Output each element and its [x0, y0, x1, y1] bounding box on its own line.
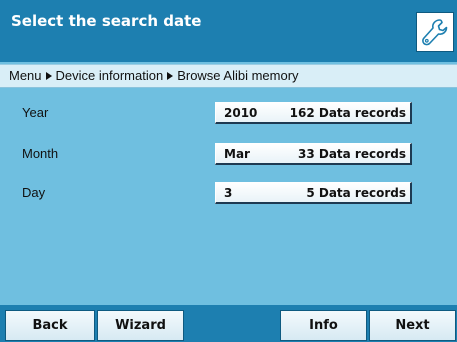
next-button[interactable]: Next	[369, 310, 456, 341]
year-label: Year	[22, 105, 49, 120]
breadcrumb-item-menu: Menu	[9, 68, 42, 83]
year-select-button[interactable]: 2010 162 Data records	[215, 102, 412, 124]
page-title: Select the search date	[11, 12, 202, 30]
back-button[interactable]: Back	[5, 310, 95, 341]
month-select-button[interactable]: Mar 33 Data records	[215, 143, 412, 165]
settings-button[interactable]	[416, 12, 454, 52]
wizard-button[interactable]: Wizard	[97, 310, 184, 341]
day-select-button[interactable]: 3 5 Data records	[215, 182, 412, 204]
day-label: Day	[22, 185, 46, 200]
breadcrumb: Menu Device information Browse Alibi memor…	[0, 64, 457, 88]
month-record-count: 33 Data records	[297, 146, 406, 161]
day-record-count: 5 Data records	[306, 185, 406, 200]
month-label: Month	[22, 146, 59, 161]
breadcrumb-separator-icon	[167, 72, 174, 81]
wrench-icon	[422, 19, 448, 46]
alibi-search-date-screen: Select the search date Menu Device inform…	[0, 0, 457, 342]
breadcrumb-item-browse-alibi-memory: Browse Alibi memory	[177, 68, 299, 83]
month-value: Mar	[224, 146, 250, 161]
breadcrumb-separator-icon	[45, 72, 52, 81]
title-bar: Select the search date	[0, 0, 457, 62]
year-record-count: 162 Data records	[289, 105, 406, 120]
year-value: 2010	[224, 105, 258, 120]
day-value: 3	[224, 185, 233, 200]
info-button[interactable]: Info	[280, 310, 367, 341]
breadcrumb-item-device-information: Device information	[55, 68, 164, 83]
